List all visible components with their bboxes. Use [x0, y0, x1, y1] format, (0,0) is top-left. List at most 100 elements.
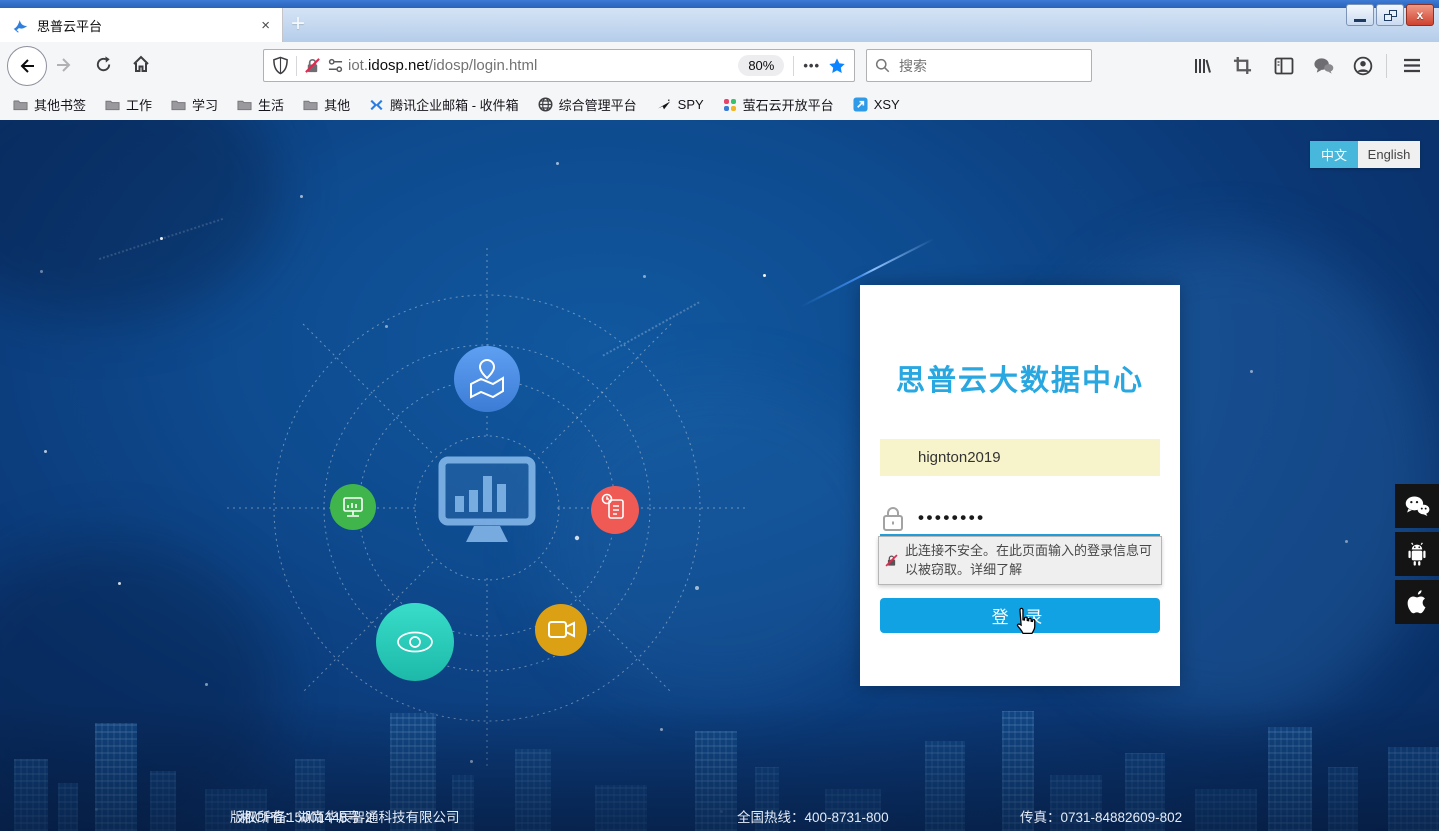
bookmark-xsy[interactable]: XSY [853, 97, 900, 112]
wechat-icon [1404, 495, 1430, 517]
new-tab-button[interactable]: + [291, 10, 305, 38]
hotline-text: 全国热线：400-8731-800 [737, 806, 889, 826]
lang-english-button[interactable]: English [1358, 141, 1420, 168]
messages-button[interactable] [1310, 52, 1337, 79]
login-title: 思普云大数据中心 [860, 357, 1180, 399]
lang-chinese-button[interactable]: 中文 [1310, 141, 1358, 168]
password-field[interactable]: •••••••• [882, 503, 986, 533]
minimize-button[interactable] [1346, 4, 1374, 26]
tencent-exmail-icon [369, 98, 384, 112]
bookmark-star-icon[interactable] [828, 57, 846, 75]
folder-icon [171, 98, 186, 111]
bookmark-mgmt-platform[interactable]: 综合管理平台 [538, 95, 637, 114]
icp-number: 湘ICP备15001448号-2 [238, 806, 373, 826]
insecure-connection-tooltip: 此连接不安全。在此页面输入的登录信息可以被窃取。详细了解 [878, 536, 1162, 585]
bookmark-folder-study[interactable]: 学习 [171, 95, 218, 114]
account-button[interactable] [1349, 52, 1376, 79]
map-node [454, 346, 520, 412]
dart-icon [656, 98, 672, 112]
back-button[interactable] [7, 46, 47, 86]
footer: 版权所有：湖南华辰智通科技有限公司 湘ICP备15001448号-2 全国热线：… [0, 806, 1439, 826]
minimize-icon [1354, 19, 1366, 22]
insecure-lock-icon[interactable] [304, 57, 321, 74]
page-actions-icon[interactable]: ••• [803, 58, 820, 73]
url-prefix: iot. [348, 57, 368, 74]
shield-icon [272, 56, 289, 75]
library-icon [1192, 56, 1212, 76]
gazelle-favicon-icon [12, 17, 29, 34]
bookmark-folder-other[interactable]: 其他书签 [13, 95, 86, 114]
apple-button[interactable] [1395, 580, 1439, 624]
apple-icon [1406, 589, 1429, 615]
bookmark-folder-work[interactable]: 工作 [105, 95, 152, 114]
search-box[interactable] [866, 49, 1092, 82]
android-icon [1405, 541, 1429, 567]
folder-icon [105, 98, 120, 111]
globe-icon [538, 97, 553, 112]
sidebar-button[interactable] [1270, 52, 1297, 79]
browser-window: 思普云平台 × + x iot.idosp.net/idosp/login [0, 0, 1439, 831]
tab-title: 思普云平台 [37, 16, 257, 35]
home-icon [131, 54, 151, 74]
sidebar-icon [1274, 57, 1294, 75]
monitor-node [330, 484, 376, 530]
bookmark-spy[interactable]: SPY [656, 97, 704, 112]
bookmark-ezviz[interactable]: 萤石云开放平台 [723, 95, 834, 114]
forward-button[interactable] [54, 55, 74, 75]
screenshot-button[interactable] [1229, 52, 1256, 79]
login-panel: 思普云大数据中心 •••••••• 此连接不安全。在此页面输入的登录信息可以被窃… [860, 285, 1180, 686]
tab-sipu-cloud[interactable]: 思普云平台 × [0, 8, 283, 42]
reload-icon [94, 55, 113, 74]
android-button[interactable] [1395, 532, 1439, 576]
close-icon: x [1417, 9, 1424, 21]
bookmark-folder-misc[interactable]: 其他 [303, 95, 350, 114]
titlebar: 思普云平台 × + x [0, 0, 1439, 42]
url-bar[interactable]: iot.idosp.net/idosp/login.html 80% ••• [263, 49, 855, 82]
broken-lock-icon [885, 551, 898, 570]
messages-icon [1313, 57, 1334, 75]
menu-button[interactable] [1398, 52, 1425, 79]
permissions-icon[interactable] [327, 58, 344, 73]
video-node [535, 604, 587, 656]
bookmark-folder-life[interactable]: 生活 [237, 95, 284, 114]
url-text[interactable]: iot.idosp.net/idosp/login.html [348, 57, 736, 74]
folder-icon [237, 98, 252, 111]
urlbar-separator [296, 56, 297, 76]
toolbar-separator [1386, 54, 1387, 78]
fax-text: 传真：0731-84882609-802 [1020, 806, 1182, 826]
learn-more-link[interactable]: 详细了解 [970, 562, 1022, 577]
bookmarks-toolbar: 其他书签 工作 学习 生活 其他 腾讯企业邮箱 - 收件箱 综合管理平台 SPY… [0, 89, 1439, 120]
home-button[interactable] [131, 54, 151, 74]
navigation-toolbar: iot.idosp.net/idosp/login.html 80% ••• [0, 42, 1439, 90]
warning-text: 此连接不安全。在此页面输入的登录信息可以被窃取。 [905, 543, 1152, 577]
password-masked-value: •••••••• [918, 508, 986, 528]
page-background: 中文 English 思普云大数据中心 •••••••• 此连接不安全。在此页面… [0, 120, 1439, 831]
restore-icon [1384, 10, 1397, 21]
tab-close-icon[interactable]: × [257, 17, 274, 34]
active-tab-stripe [0, 0, 1439, 8]
ezviz-icon [723, 98, 737, 112]
bookmark-tencent-exmail[interactable]: 腾讯企业邮箱 - 收件箱 [369, 95, 519, 114]
back-icon [17, 56, 37, 76]
screenshot-crop-icon [1233, 56, 1252, 75]
report-node [591, 486, 639, 534]
url-domain: idosp.net [368, 57, 429, 74]
monitoring-eye-node [376, 603, 454, 681]
library-button[interactable] [1188, 52, 1215, 79]
bigdata-center-icon [442, 460, 532, 542]
close-button[interactable]: x [1406, 4, 1434, 26]
wechat-button[interactable] [1395, 484, 1439, 528]
folder-icon [303, 98, 318, 111]
zoom-level-badge[interactable]: 80% [738, 55, 784, 76]
urlbar-separator [793, 56, 794, 76]
folder-icon [13, 98, 28, 111]
url-path: /idosp/login.html [429, 57, 537, 74]
restore-button[interactable] [1376, 4, 1404, 26]
search-input[interactable] [897, 57, 1083, 75]
copyright-text: 版权所有：湖南华辰智通科技有限公司 湘ICP备15001448号-2 [230, 806, 238, 821]
language-toggle: 中文 English [1310, 141, 1420, 168]
forward-icon [54, 55, 74, 75]
reload-button[interactable] [94, 55, 113, 74]
username-input[interactable] [880, 439, 1160, 476]
search-icon [875, 58, 890, 73]
